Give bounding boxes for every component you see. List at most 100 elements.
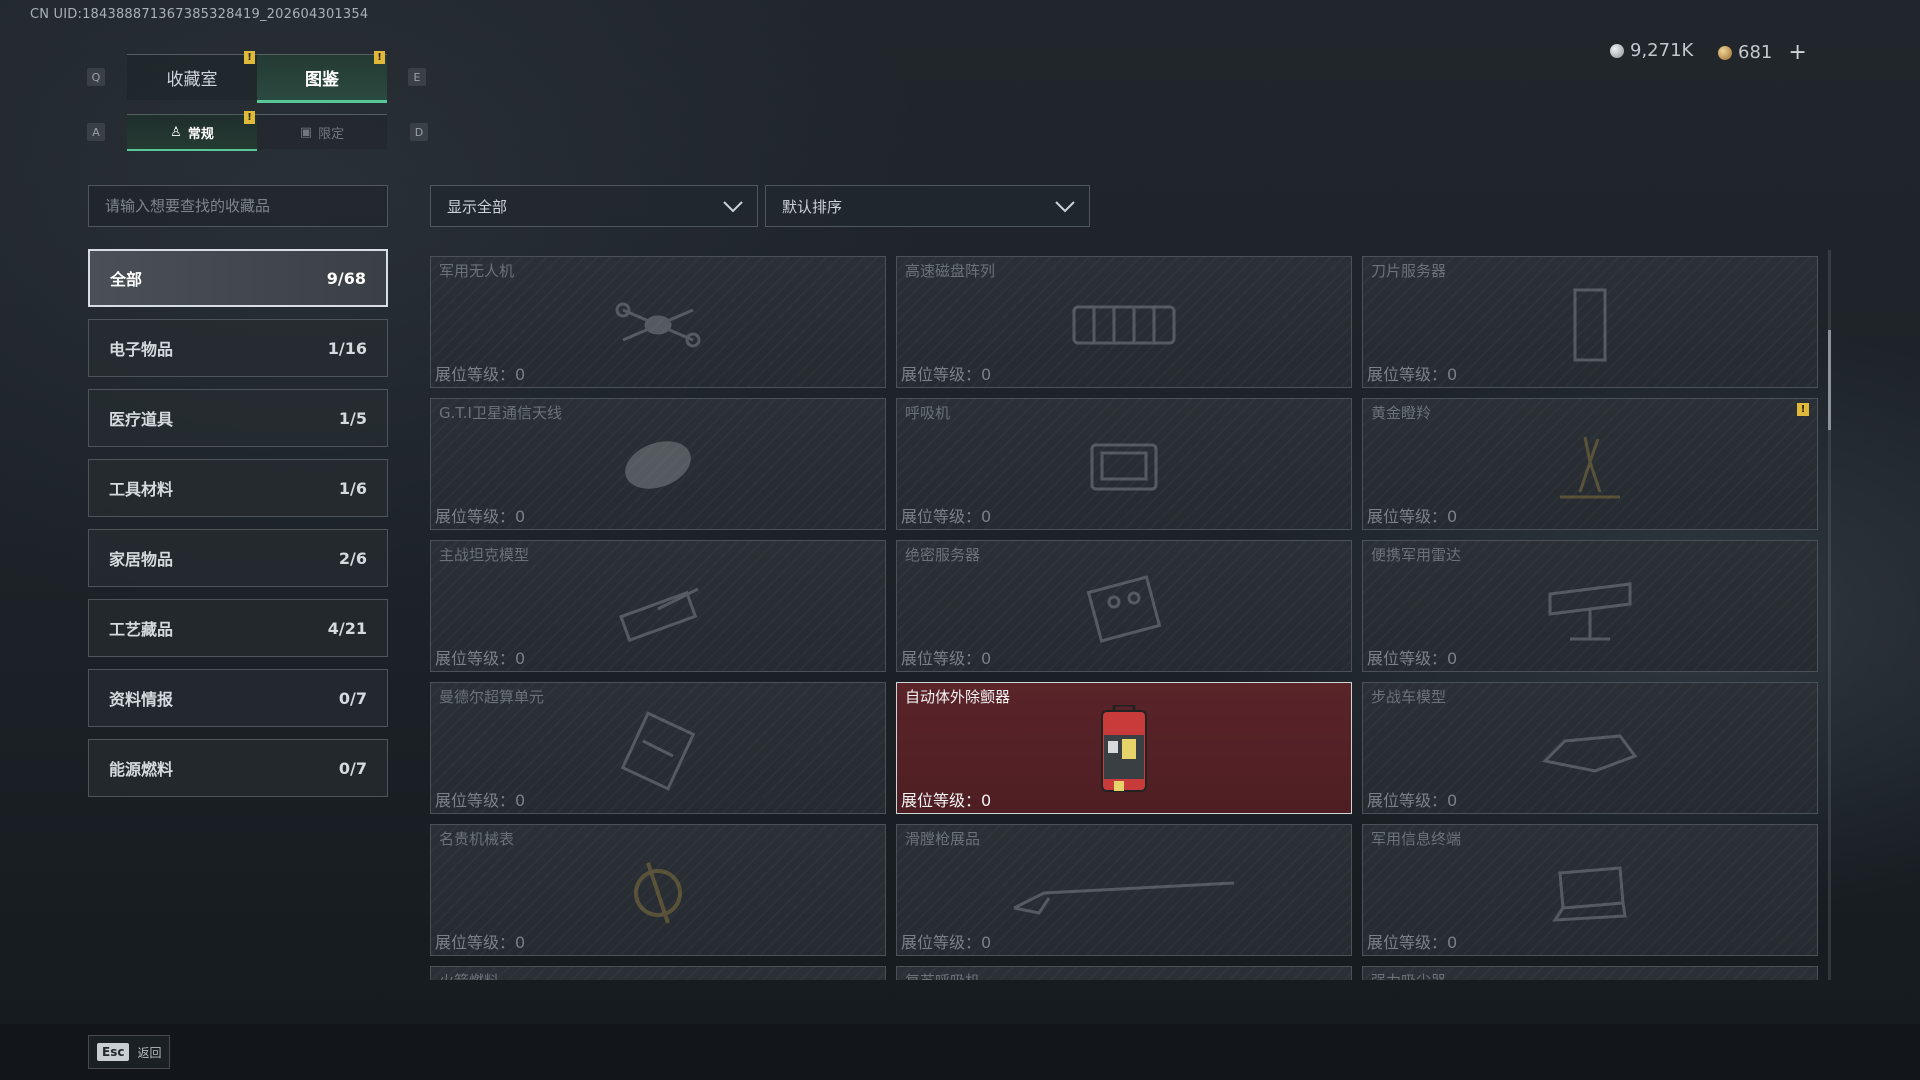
category-intel[interactable]: 资料情报 0/7 <box>88 669 388 727</box>
sort-dropdown[interactable]: 默认排序 <box>765 185 1090 227</box>
tab-limited[interactable]: ▣ 限定 <box>257 114 387 149</box>
item-name: 绝密服务器 <box>905 546 981 564</box>
item-card[interactable]: 刀片服务器 展位等级：0 <box>1362 256 1818 388</box>
item-name: 火箭燃料 <box>439 970 499 980</box>
item-name: 主战坦克模型 <box>439 546 530 564</box>
satellite-dish-icon <box>625 440 691 489</box>
a-key-hint: A <box>87 123 105 141</box>
tab-label: 限定 <box>318 126 345 142</box>
item-card-selected[interactable]: 自动体外除颤器 展位等级：0 <box>896 682 1352 814</box>
category-label: 能源燃料 <box>109 760 174 779</box>
uid-label: CN UID:184388871367385328419_20260430135… <box>30 7 369 22</box>
item-level: 展位等级：0 <box>1367 791 1458 810</box>
top-tab-bar: 收藏室 ! 图鉴 ! <box>127 51 387 103</box>
tab-collection-room[interactable]: 收藏室 ! <box>127 51 257 100</box>
item-card[interactable]: 曼德尔超算单元 展位等级：0 <box>430 682 886 814</box>
item-name: 高速磁盘阵列 <box>905 262 996 280</box>
category-list: 全部 9/68 电子物品 1/16 医疗道具 1/5 工具材料 1/6 家居物品… <box>88 249 388 809</box>
category-label: 医疗道具 <box>109 410 174 429</box>
back-button[interactable]: Esc 返回 <box>88 1035 171 1069</box>
gold-value: 681 <box>1738 42 1773 63</box>
item-name: 自动体外除颤器 <box>905 688 1011 706</box>
item-name: 步战车模型 <box>1371 688 1447 706</box>
category-label: 工艺藏品 <box>109 620 174 639</box>
image-icon: ▣ <box>299 124 313 140</box>
scrollbar[interactable] <box>1828 250 1831 980</box>
item-name: 滑膛枪展品 <box>905 830 981 848</box>
item-level: 展位等级：0 <box>435 649 526 668</box>
category-label: 工具材料 <box>109 480 174 499</box>
item-card[interactable]: 军用无人机 展位等级：0 <box>430 256 886 388</box>
figure-icon: ♙ <box>170 124 182 140</box>
item-card[interactable]: 呼吸机 展位等级：0 <box>896 398 1352 530</box>
category-tools[interactable]: 工具材料 1/6 <box>88 459 388 517</box>
category-count: 4/21 <box>327 618 367 638</box>
category-label: 资料情报 <box>109 690 174 709</box>
item-level: 展位等级：0 <box>901 791 992 810</box>
item-level: 展位等级：0 <box>435 933 526 952</box>
category-label: 全部 <box>110 270 143 289</box>
silver-value: 9,271K <box>1630 40 1694 61</box>
tab-label: 收藏室 <box>166 70 218 90</box>
item-card[interactable]: 强力吸尘器 <box>1362 966 1818 980</box>
server-icon <box>1086 574 1162 643</box>
item-card[interactable]: 滑膛枪展品 展位等级：0 <box>896 824 1352 956</box>
item-level: 展位等级：0 <box>1367 365 1458 384</box>
category-count: 9/68 <box>326 268 366 288</box>
category-all[interactable]: 全部 9/68 <box>88 249 388 307</box>
notification-badge: ! <box>244 51 255 64</box>
notification-badge: ! <box>244 111 255 124</box>
item-card[interactable]: 复苏呼吸机 <box>896 966 1352 980</box>
item-level: 展位等级：0 <box>1367 507 1458 526</box>
item-name: 便携军用雷达 <box>1371 546 1462 564</box>
item-level: 展位等级：0 <box>1367 649 1458 668</box>
disk-array-icon <box>1072 305 1176 345</box>
silver-coin-icon <box>1610 43 1624 58</box>
item-name: 呼吸机 <box>905 404 951 422</box>
item-name: 黄金瞪羚 <box>1371 404 1432 422</box>
category-household[interactable]: 家居物品 2/6 <box>88 529 388 587</box>
item-card[interactable]: 绝密服务器 展位等级：0 <box>896 540 1352 672</box>
add-currency-button[interactable]: + <box>1788 40 1806 65</box>
item-card[interactable]: G.T.I卫星通信天线 展位等级：0 <box>430 398 886 530</box>
item-card[interactable]: 便携军用雷达 展位等级：0 <box>1362 540 1818 672</box>
item-card[interactable]: 步战车模型 展位等级：0 <box>1362 682 1818 814</box>
category-medical[interactable]: 医疗道具 1/5 <box>88 389 388 447</box>
item-card[interactable]: 黄金瞪羚 ! 展位等级：0 <box>1362 398 1818 530</box>
item-card[interactable]: 军用信息终端 展位等级：0 <box>1362 824 1818 956</box>
terminal-icon <box>1552 865 1627 922</box>
item-card[interactable]: 高速磁盘阵列 展位等级：0 <box>896 256 1352 388</box>
chevron-down-icon <box>1055 201 1075 213</box>
category-label: 电子物品 <box>109 340 174 359</box>
tab-codex[interactable]: 图鉴 ! <box>257 51 387 103</box>
item-card[interactable]: 名贵机械表 展位等级：0 <box>430 824 886 956</box>
show-filter-dropdown[interactable]: 显示全部 <box>430 185 758 227</box>
ventilator-icon <box>1090 443 1158 491</box>
tank-model-icon <box>619 587 699 642</box>
notification-badge: ! <box>374 51 385 64</box>
category-fuel[interactable]: 能源燃料 0/7 <box>88 739 388 797</box>
q-key-hint: Q <box>87 68 105 86</box>
search-input[interactable] <box>88 185 388 227</box>
dropdown-value: 默认排序 <box>782 197 843 216</box>
d-key-hint: D <box>410 123 428 141</box>
tab-regular[interactable]: ♙ 常规 ! <box>127 111 257 151</box>
item-name: 强力吸尘器 <box>1371 970 1446 980</box>
item-name: 复苏呼吸机 <box>905 970 980 980</box>
item-level: 展位等级：0 <box>901 933 992 952</box>
item-level: 展位等级：0 <box>901 507 992 526</box>
notification-badge: ! <box>1797 403 1809 416</box>
item-level: 展位等级：0 <box>901 649 992 668</box>
category-electronics[interactable]: 电子物品 1/16 <box>88 319 388 377</box>
scrollbar-thumb[interactable] <box>1828 330 1831 430</box>
silver-currency: 9,271K <box>1610 40 1693 61</box>
item-card[interactable]: 火箭燃料 <box>430 966 886 980</box>
category-count: 1/6 <box>338 478 367 498</box>
bottom-bar <box>0 1024 1920 1080</box>
category-count: 0/7 <box>338 758 367 778</box>
gold-coin-icon <box>1718 45 1732 60</box>
drone-icon <box>615 302 701 348</box>
dropdown-value: 显示全部 <box>447 197 508 216</box>
item-card[interactable]: 主战坦克模型 展位等级：0 <box>430 540 886 672</box>
category-crafts[interactable]: 工艺藏品 4/21 <box>88 599 388 657</box>
